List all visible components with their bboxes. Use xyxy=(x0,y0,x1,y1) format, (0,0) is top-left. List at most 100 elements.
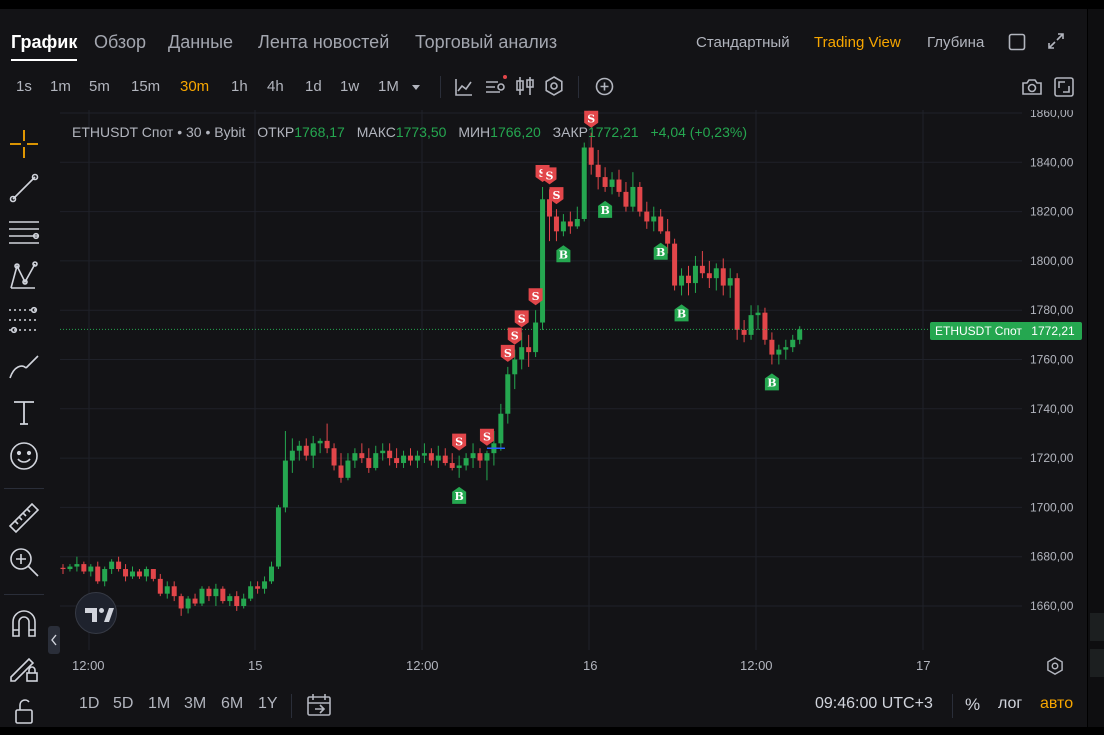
timeframe-dropdown-icon[interactable] xyxy=(410,80,422,98)
magnet-icon[interactable] xyxy=(6,606,42,642)
ruler-icon[interactable] xyxy=(6,500,42,536)
checkbox-icon[interactable] xyxy=(1008,33,1026,56)
collapse-toolbar-icon[interactable] xyxy=(48,626,60,654)
log-scale-toggle[interactable]: лог xyxy=(998,695,1022,713)
axis-settings-icon[interactable] xyxy=(1045,656,1065,681)
candlestick-chart[interactable]: SBSSSSSSSSBSBBBB xyxy=(60,110,1022,650)
timeframe-1d[interactable]: 1d xyxy=(305,78,322,95)
buy-marker-label: B xyxy=(677,307,686,320)
timeframe-15m[interactable]: 15m xyxy=(131,78,160,95)
candle xyxy=(540,199,546,323)
text-tool-icon[interactable] xyxy=(6,394,42,430)
tab-news-feed[interactable]: Лента новостей xyxy=(258,32,389,53)
price-label: 1800,00 xyxy=(1030,254,1074,268)
trend-line-icon[interactable] xyxy=(6,170,42,206)
view-standard[interactable]: Стандартный xyxy=(696,34,790,51)
timeframe-1w[interactable]: 1w xyxy=(340,78,359,95)
high-value: 1773,50 xyxy=(395,124,447,140)
timeframe-1h[interactable]: 1h xyxy=(231,78,248,95)
candle xyxy=(81,564,87,572)
price-label: 1840,00 xyxy=(1030,155,1074,169)
candle xyxy=(595,164,601,178)
candle xyxy=(616,179,622,192)
sell-marker: S xyxy=(452,433,467,451)
auto-scale-toggle[interactable]: авто xyxy=(1040,695,1073,713)
candle xyxy=(734,278,740,330)
range-6m[interactable]: 6M xyxy=(221,695,243,713)
pattern-icon[interactable] xyxy=(6,258,42,294)
candle xyxy=(206,588,212,597)
candle xyxy=(769,339,775,355)
change-value: +4,04 (+0,23%) xyxy=(650,124,747,140)
low-value: 1766,20 xyxy=(490,124,541,140)
candle xyxy=(116,561,122,570)
timeframe-1s[interactable]: 1s xyxy=(16,78,32,95)
open-value: 1768,17 xyxy=(294,124,345,140)
add-icon[interactable] xyxy=(594,76,615,102)
candle xyxy=(658,216,664,232)
horizontal-lines-icon[interactable] xyxy=(6,214,42,250)
candle xyxy=(421,453,427,456)
candle xyxy=(331,448,337,466)
range-1m[interactable]: 1M xyxy=(148,695,170,713)
candle xyxy=(95,566,101,582)
timeframe-4h[interactable]: 4h xyxy=(267,78,284,95)
unlock-icon[interactable] xyxy=(6,696,42,726)
candle xyxy=(67,566,73,570)
clock-timezone[interactable]: 09:46:00 UTC+3 xyxy=(815,695,933,713)
open-label: ОТКР xyxy=(257,124,295,140)
time-axis[interactable]: 12:00 15 12:00 16 12:00 17 xyxy=(60,650,1022,680)
lock-drawings-icon[interactable] xyxy=(6,650,42,686)
range-3m[interactable]: 3M xyxy=(184,695,206,713)
tab-trading-analysis[interactable]: Торговый анализ xyxy=(415,32,557,53)
candle xyxy=(269,566,274,582)
sell-marker: S xyxy=(479,428,494,446)
candle xyxy=(748,315,754,335)
price-axis[interactable]: 1860,00 1840,00 1820,00 1800,00 1780,00 1760,… xyxy=(1022,110,1086,650)
view-depth[interactable]: Глубина xyxy=(927,34,984,51)
toolbar-divider xyxy=(4,488,44,489)
candle xyxy=(692,265,698,284)
range-1d[interactable]: 1D xyxy=(79,695,99,713)
candle xyxy=(783,347,789,350)
chart-area[interactable]: SBSSSSSSSSBSBBBB xyxy=(60,110,1022,650)
candle xyxy=(790,339,796,348)
candle xyxy=(574,218,580,227)
candle xyxy=(143,569,149,577)
camera-icon[interactable] xyxy=(1021,77,1043,102)
range-5d[interactable]: 5D xyxy=(113,695,133,713)
indicator-settings-icon[interactable] xyxy=(483,74,507,103)
strip-block xyxy=(1090,613,1104,641)
candle xyxy=(686,275,691,284)
indicators-icon[interactable] xyxy=(453,76,475,103)
sell-marker: S xyxy=(507,327,522,345)
brush-icon[interactable] xyxy=(6,348,42,384)
candle xyxy=(373,453,379,468)
fullscreen-icon[interactable] xyxy=(1046,31,1066,56)
tab-data[interactable]: Данные xyxy=(168,32,233,53)
percent-scale-toggle[interactable]: % xyxy=(965,695,980,715)
sell-marker-label: S xyxy=(483,431,491,444)
zoom-icon[interactable] xyxy=(6,544,42,580)
candle-type-icon[interactable] xyxy=(514,75,536,102)
candle xyxy=(366,458,372,468)
candle xyxy=(755,312,761,316)
timeframe-5m[interactable]: 5m xyxy=(89,78,110,95)
range-1y[interactable]: 1Y xyxy=(258,695,278,713)
candle xyxy=(609,179,615,187)
tradingview-logo[interactable] xyxy=(75,592,117,634)
tab-chart[interactable]: График xyxy=(11,32,78,61)
timeframe-1M[interactable]: 1M xyxy=(378,78,399,95)
view-trading-view[interactable]: Trading View xyxy=(814,34,901,51)
buy-marker: B xyxy=(452,486,467,504)
timeframe-30m[interactable]: 30m xyxy=(180,78,209,95)
emoji-icon[interactable] xyxy=(6,438,42,474)
timeframe-1m[interactable]: 1m xyxy=(50,78,71,95)
fib-retracement-icon[interactable] xyxy=(6,302,42,338)
goto-date-icon[interactable] xyxy=(306,693,332,722)
tab-overview[interactable]: Обзор xyxy=(94,32,146,53)
crosshair-icon[interactable] xyxy=(6,126,42,162)
chart-settings-icon[interactable] xyxy=(543,75,565,102)
expand-chart-icon[interactable] xyxy=(1053,76,1075,103)
candle xyxy=(533,322,539,353)
